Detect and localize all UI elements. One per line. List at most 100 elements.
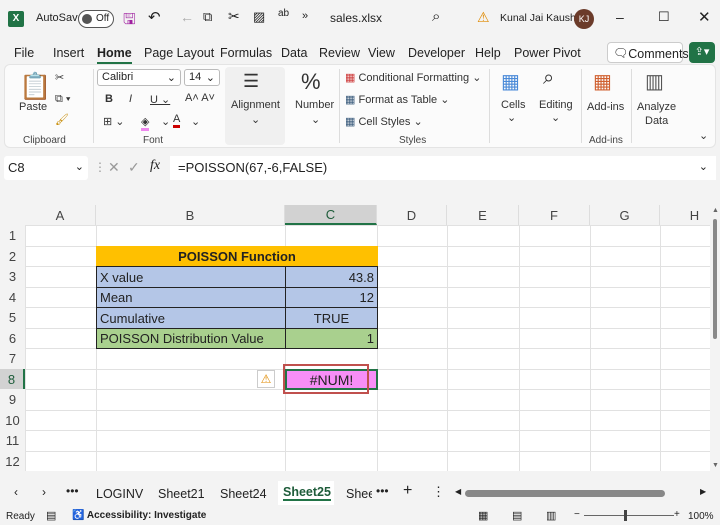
copy-icon[interactable]: ⧉ ▾ [55, 93, 71, 106]
vertical-scrollbar[interactable]: ▲ ▼ [710, 205, 720, 471]
next-sheet-icon[interactable]: › [42, 485, 46, 499]
undo-icon[interactable]: ↶ [148, 8, 161, 26]
paste-button[interactable]: Paste [19, 101, 47, 113]
select-all-corner[interactable] [0, 205, 25, 225]
row-header[interactable]: 3 [0, 266, 25, 287]
row-header[interactable]: 10 [0, 410, 25, 430]
cell[interactable]: 12 [285, 287, 378, 308]
save-icon[interactable]: 🖫 [123, 9, 136, 34]
conditional-formatting-button[interactable]: ▦ Conditional Formatting ⌄ [345, 71, 481, 84]
font-color-dropdown-icon[interactable]: ⌄ [191, 115, 200, 128]
spelling-icon[interactable]: ab [278, 8, 289, 19]
zoom-out-icon[interactable]: − [574, 509, 580, 520]
copy-icon[interactable]: ⧉ [203, 9, 212, 25]
row-header[interactable]: 2 [0, 246, 25, 266]
row-header[interactable]: 11 [0, 430, 25, 451]
zoom-slider[interactable] [584, 515, 674, 516]
row-header[interactable]: 7 [0, 348, 25, 369]
sheet-tab-sheet21[interactable]: Sheet21 [158, 487, 205, 501]
collapse-ribbon-icon[interactable]: ⌄ [699, 129, 708, 142]
row-header[interactable]: 4 [0, 287, 25, 307]
tab-power-pivot[interactable]: Power Pivot [514, 46, 581, 60]
cell[interactable]: TRUE [285, 307, 378, 329]
font-name-select[interactable]: Calibri ⌄ [97, 69, 181, 86]
cell[interactable]: POISSON Distribution Value [96, 328, 286, 349]
row-header[interactable]: 5 [0, 307, 25, 328]
insert-function-icon[interactable]: fx [150, 158, 160, 174]
cell[interactable]: Cumulative [96, 307, 286, 329]
italic-button[interactable]: I [129, 93, 132, 105]
search-icon[interactable]: ⌕ [432, 8, 440, 25]
tab-developer[interactable]: Developer [408, 46, 465, 60]
tab-file[interactable]: File [14, 46, 34, 60]
cell[interactable]: 43.8 [285, 266, 378, 288]
add-sheet-icon[interactable]: + [403, 482, 412, 500]
font-size-select[interactable]: 14 ⌄ [184, 69, 220, 86]
column-header[interactable]: F [519, 205, 590, 225]
sheet-tab-sheet25[interactable]: Sheet25 [283, 485, 331, 501]
zoom-slider-thumb[interactable] [624, 510, 627, 521]
more-commands-icon[interactable]: » [302, 10, 308, 22]
more-sheets-icon[interactable]: ••• [66, 484, 79, 498]
close-icon[interactable]: ✕ [698, 8, 711, 26]
paste-icon[interactable]: 📋 [19, 71, 51, 102]
more-tabs-icon[interactable]: ••• [376, 484, 389, 498]
row-header[interactable]: 6 [0, 328, 25, 348]
column-header[interactable]: G [590, 205, 660, 225]
tab-formulas[interactable]: Formulas [220, 46, 272, 60]
cell[interactable]: 1 [285, 328, 378, 349]
increase-font-icon[interactable]: A˄ A˅ [185, 92, 215, 104]
column-header[interactable]: B [96, 205, 285, 225]
share-button[interactable]: ⇪▾ [689, 42, 715, 63]
accessibility-status[interactable]: ♿ Accessibility: Investigate [72, 510, 206, 521]
fill-color-icon[interactable]: ◈ [141, 115, 150, 131]
cells-button[interactable]: ▦ Cells ⌄ [493, 67, 533, 137]
column-header[interactable]: D [377, 205, 447, 225]
editing-button[interactable]: ⌕ Editing ⌄ [535, 67, 577, 137]
fill-color-dropdown-icon[interactable]: ⌄ [161, 115, 170, 128]
zoom-level[interactable]: 100% [688, 511, 714, 522]
horizontal-scrollbar[interactable] [465, 490, 665, 497]
format-painter-icon[interactable]: 🖌 [55, 113, 69, 126]
cell-styles-button[interactable]: ▦ Cell Styles ⌄ [345, 115, 423, 128]
sheet-tab-loginv[interactable]: LOGINV [96, 487, 143, 501]
formula-input[interactable]: =POISSON(67,-6,FALSE) ⌄ [170, 156, 716, 180]
macro-recording-icon[interactable]: ▤ [46, 509, 56, 522]
number-button[interactable]: % Number ⌄ [291, 67, 341, 145]
zoom-in-icon[interactable]: + [674, 509, 680, 520]
error-warning-icon[interactable]: ⚠ [257, 370, 275, 388]
add-ins-button[interactable]: ▦ Add-ins [583, 67, 627, 137]
tab-review[interactable]: Review [319, 46, 360, 60]
warning-icon[interactable]: ⚠ [477, 9, 490, 26]
cut-icon[interactable]: ✂ [228, 8, 240, 25]
cell[interactable]: POISSON Function [96, 246, 378, 267]
bold-button[interactable]: B [105, 93, 113, 105]
row-header[interactable]: 9 [0, 389, 25, 410]
alignment-button[interactable]: ☰ Alignment ⌄ [225, 67, 285, 145]
tab-view[interactable]: View [368, 46, 395, 60]
minimize-icon[interactable]: – [616, 9, 624, 25]
avatar[interactable]: KJ [574, 9, 594, 29]
cell[interactable]: Mean [96, 287, 286, 308]
page-layout-view-icon[interactable]: ▤ [512, 509, 522, 522]
tab-help[interactable]: Help [475, 46, 501, 60]
scroll-right-icon[interactable]: ▶ [700, 487, 706, 496]
back-icon[interactable]: ← [180, 9, 194, 25]
prev-sheet-icon[interactable]: ‹ [14, 485, 18, 499]
maximize-icon[interactable]: ☐ [658, 9, 670, 25]
scroll-left-icon[interactable]: ◀ [455, 487, 461, 496]
column-header[interactable]: A [25, 205, 96, 225]
row-header[interactable]: 12 [0, 451, 25, 471]
enter-icon[interactable]: ✓ [128, 159, 140, 176]
tab-data[interactable]: Data [281, 46, 307, 60]
filename[interactable]: sales.xlsx [330, 11, 382, 25]
font-color-icon[interactable]: A [173, 113, 181, 128]
sheet-tab-sheet24[interactable]: Sheet24 [220, 487, 267, 501]
worksheet-grid[interactable]: A B C D E F G H 1 2 3 4 5 6 7 8 9 10 11 12 POISSON Function X… [0, 205, 710, 471]
cancel-icon[interactable]: ✕ [108, 159, 120, 176]
sheet-tab-partial[interactable]: Shee [346, 487, 372, 501]
analyze-data-button[interactable]: ▥ Analyze Data [633, 67, 679, 137]
column-header[interactable]: H [660, 205, 710, 225]
cut-icon[interactable]: ✂ [55, 71, 64, 84]
tab-home[interactable]: Home [97, 46, 132, 64]
